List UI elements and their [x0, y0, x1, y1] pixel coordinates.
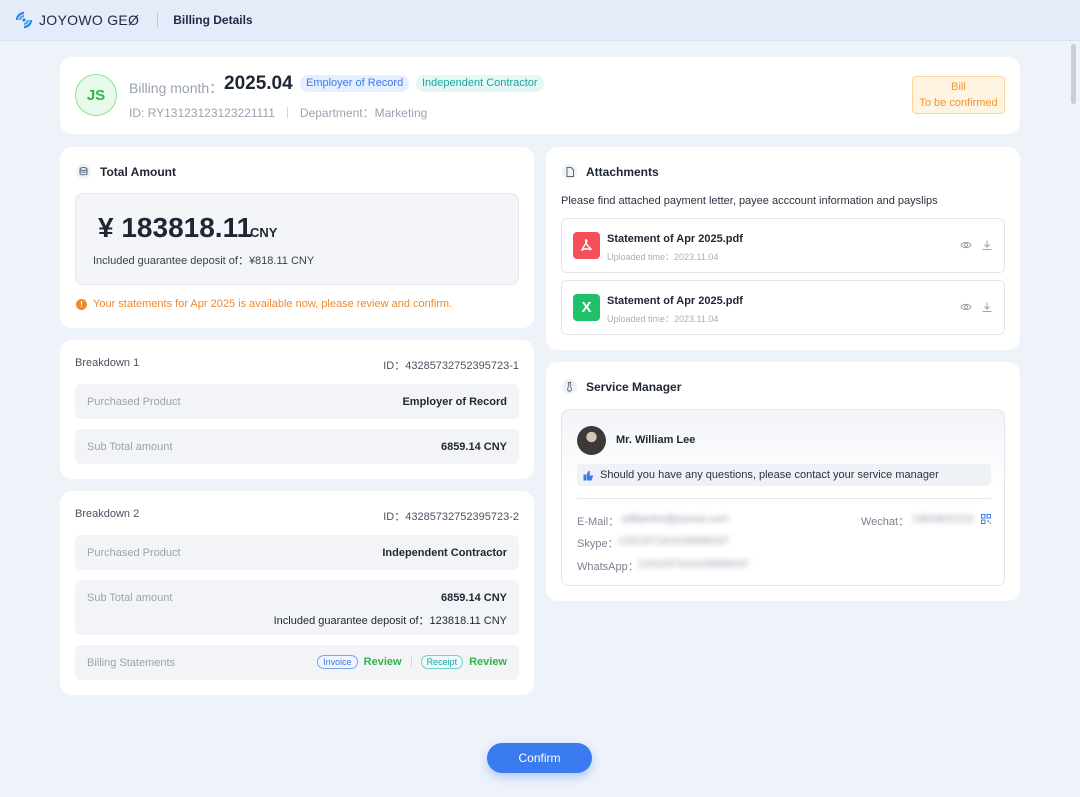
row-label: Purchased Product — [87, 396, 181, 408]
total-amount-value: ¥ 183818.11 — [98, 212, 253, 243]
thumbs-up-icon — [583, 470, 594, 480]
invoice-review-link[interactable]: Review — [364, 656, 402, 668]
attachment-item[interactable]: Statement of Apr 2025.pdf Uploaded time：… — [561, 218, 1005, 273]
file-name: Statement of Apr 2025.pdf — [607, 295, 743, 307]
divider — [577, 498, 991, 499]
whatsapp-label: WhatsApp： — [577, 561, 639, 573]
eye-icon[interactable] — [960, 301, 972, 313]
row-value: Independent Contractor — [382, 547, 507, 559]
total-amount-title-text: Total Amount — [100, 164, 176, 179]
row-value: Employer of Record — [402, 396, 507, 408]
tie-icon — [562, 379, 577, 394]
row-label: Sub Total amount — [87, 441, 173, 453]
row-label: Billing Statements — [87, 657, 176, 669]
manager-avatar — [577, 426, 606, 455]
billing-meta: ID: RY13123123123221111 Department：Marke… — [129, 104, 427, 121]
scrollbar-thumb[interactable] — [1071, 44, 1076, 104]
department: Department：Marketing — [299, 106, 428, 120]
attachments-description: Please find attached payment letter, pay… — [561, 195, 938, 207]
attachments-card: Attachments Please find attached payment… — [546, 147, 1020, 350]
breakdown-id: ID：43285732752395723-1 — [383, 360, 519, 372]
status-title: Bill — [951, 81, 966, 93]
service-manager-title: Service Manager — [562, 379, 681, 394]
pdf-icon — [573, 232, 600, 259]
status-badge: Bill To be confirmed — [912, 76, 1005, 114]
statement-notice: ! Your statements for Apr 2025 is availa… — [76, 298, 452, 310]
status-text: To be confirmed — [919, 97, 998, 109]
download-icon[interactable] — [981, 301, 993, 313]
breakdown-2-card: Breakdown 2 ID：43285732752395723-2 Purch… — [60, 491, 534, 695]
app-logo[interactable]: JOYOWO GEØ — [15, 11, 139, 29]
tag-employer-of-record: Employer of Record — [300, 75, 410, 92]
attachment-item[interactable]: X Statement of Apr 2025.pdf Uploaded tim… — [561, 280, 1005, 335]
tag-independent-contractor: Independent Contractor — [416, 75, 544, 92]
subtotal-row: Sub Total amount 6859.14 CNY — [75, 429, 519, 464]
receipt-pill: Receipt — [420, 655, 464, 669]
meta-divider — [286, 107, 288, 118]
file-name: Statement of Apr 2025.pdf — [607, 233, 743, 245]
document-icon — [562, 164, 577, 179]
email-value[interactable]: williamlee@joyowo.com — [622, 514, 728, 525]
topbar-divider — [157, 12, 159, 28]
manager-info-box: Mr. William Lee Should you have any ques… — [561, 409, 1005, 586]
purchased-product-row: Purchased Product Independent Contractor — [75, 535, 519, 570]
row-value: 6859.14 CNY — [440, 592, 507, 604]
row-value: 6859.14 CNY — [440, 441, 507, 453]
billing-id: ID: RY13123123123221111 — [129, 105, 275, 120]
total-amount-card: Total Amount ¥ 183818.11 CNY Included gu… — [60, 147, 534, 328]
breakdown-header: Breakdown 2 ID：43285732752395723-2 — [75, 508, 519, 524]
billing-statements-row: Billing Statements Invoice Review Receipt R… — [75, 645, 519, 680]
invoice-pill: Invoice — [317, 655, 358, 669]
row-label: Sub Total amount — [87, 592, 173, 604]
eye-icon[interactable] — [960, 239, 972, 251]
breakdown-id: ID：43285732752395723-2 — [383, 511, 519, 523]
divider — [410, 657, 412, 667]
receipt-review-link[interactable]: Review — [469, 656, 507, 668]
breakdown-1-card: Breakdown 1 ID：43285732752395723-1 Purch… — [60, 340, 534, 479]
breakdown-title: Breakdown 1 — [75, 357, 140, 369]
purchased-product-row: Purchased Product Employer of Record — [75, 384, 519, 419]
subtotal-row: Sub Total amount 6859.14 CNY Included gu… — [75, 580, 519, 635]
breakdown-title: Breakdown 2 — [75, 508, 140, 520]
skype-value[interactable]: 12312371616155566167 — [618, 536, 729, 547]
guarantee-deposit: Included guarantee deposit of：¥818.11 CN… — [93, 255, 315, 267]
whatsapp-value[interactable]: 12312371616155566167 — [638, 559, 749, 570]
email-label: E-Mail： — [577, 516, 620, 528]
notice-text: Your statements for Apr 2025 is availabl… — [93, 298, 453, 310]
wechat-label: Wechat： — [861, 516, 910, 528]
attachments-title: Attachments — [562, 164, 659, 179]
confirm-button[interactable]: Confirm — [487, 743, 592, 773]
attachments-title-text: Attachments — [586, 164, 659, 179]
qr-code-icon[interactable] — [981, 514, 991, 524]
manager-tip-text: Should you have any questions, please co… — [600, 469, 939, 481]
page-title: Billing Details — [173, 13, 253, 27]
amount-box: ¥ 183818.11 CNY Included guarantee depos… — [75, 193, 519, 285]
billing-month-label: Billing month： — [129, 80, 224, 96]
service-manager-card: Service Manager Mr. William Lee Should y… — [546, 362, 1020, 601]
manager-name: Mr. William Lee — [616, 434, 696, 446]
wechat-value[interactable]: 13923621213 — [912, 514, 973, 525]
service-manager-title-text: Service Manager — [586, 379, 682, 394]
excel-icon: X — [573, 294, 600, 321]
row-label: Purchased Product — [87, 547, 181, 559]
total-amount-currency: CNY — [250, 225, 278, 240]
logo-text: JOYOWO GEØ — [39, 12, 140, 28]
billing-header-card: JS Billing month： 2025.04 Employer of Re… — [60, 57, 1020, 134]
statement-links: Invoice Review Receipt Review — [317, 655, 507, 669]
warning-icon: ! — [76, 298, 87, 310]
file-upload-time: Uploaded time：2023.11.04 — [607, 314, 719, 324]
skype-label: Skype： — [577, 538, 619, 550]
top-bar: JOYOWO GEØ Billing Details — [0, 0, 1080, 41]
breakdown-header: Breakdown 1 ID：43285732752395723-1 — [75, 357, 519, 373]
download-icon[interactable] — [981, 239, 993, 251]
avatar: JS — [75, 74, 117, 116]
deposit-value: Included guarantee deposit of：123818.11 … — [273, 615, 507, 627]
file-upload-time: Uploaded time：2023.11.04 — [607, 252, 719, 262]
billing-month-value: 2025.04 — [224, 73, 293, 94]
manager-tip: Should you have any questions, please co… — [577, 464, 991, 486]
logo-icon — [15, 11, 33, 29]
database-icon — [76, 164, 91, 179]
total-amount-title: Total Amount — [76, 164, 176, 179]
